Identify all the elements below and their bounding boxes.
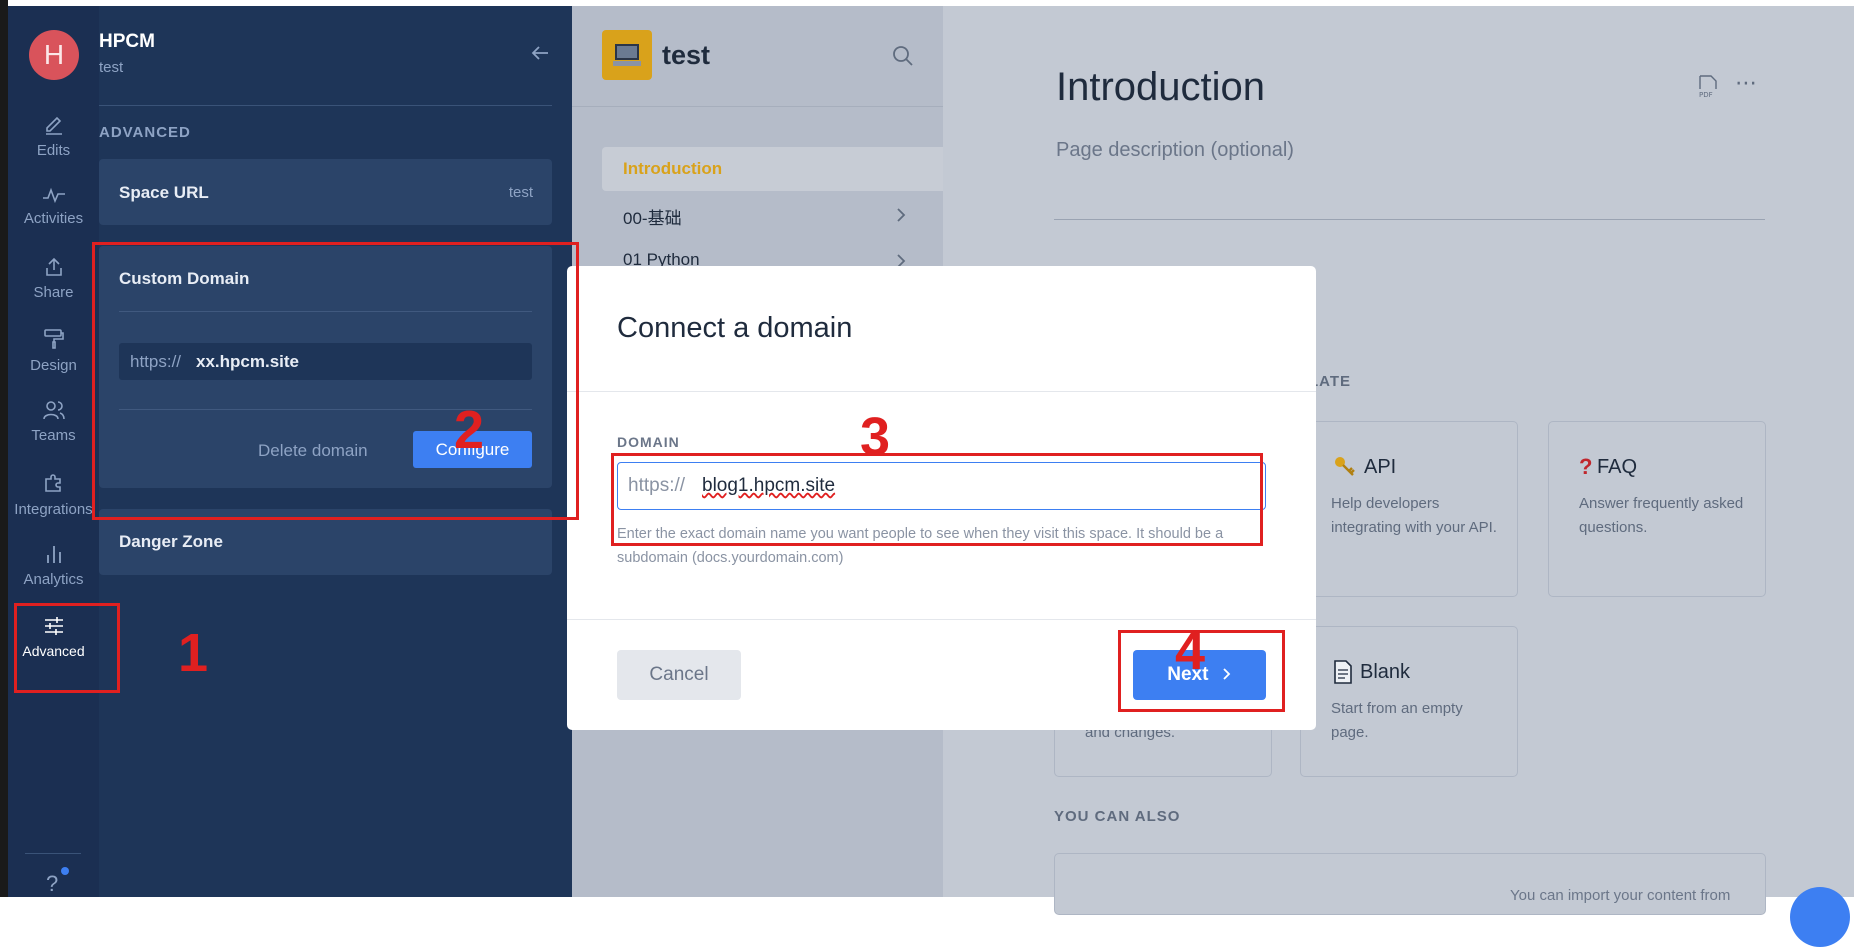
template-desc: Help developers integrating with your AP… bbox=[1331, 495, 1497, 536]
rail-item-share[interactable]: Share bbox=[8, 256, 99, 301]
rail-item-analytics[interactable]: Analytics bbox=[8, 543, 99, 588]
pdf-icon[interactable]: PDF bbox=[1698, 75, 1718, 104]
users-icon bbox=[42, 401, 65, 420]
import-card[interactable] bbox=[1054, 853, 1766, 915]
domain-field-label: DOMAIN bbox=[617, 434, 680, 450]
annotation-box-2 bbox=[92, 242, 579, 520]
rail-label: Design bbox=[30, 357, 77, 374]
annotation-number: 2 bbox=[454, 400, 485, 460]
page-title[interactable]: Introduction bbox=[1056, 65, 1265, 110]
annotation-box-1 bbox=[14, 603, 120, 693]
paint-roller-icon bbox=[43, 329, 64, 349]
rail-item-design[interactable]: Design bbox=[8, 327, 99, 374]
template-title: Blank bbox=[1360, 661, 1411, 683]
avatar[interactable]: H bbox=[29, 30, 79, 80]
template-title: FAQ bbox=[1597, 456, 1638, 478]
rail-item-edits[interactable]: Edits bbox=[8, 114, 99, 159]
page-description[interactable]: Page description (optional) bbox=[1056, 139, 1294, 162]
svg-text:PDF: PDF bbox=[1699, 91, 1713, 99]
rail-label: Analytics bbox=[23, 571, 84, 588]
background-terminal-strip bbox=[0, 0, 8, 897]
header-divider bbox=[99, 105, 552, 106]
annotation-number: 4 bbox=[1175, 621, 1206, 681]
annotation-number: 1 bbox=[178, 623, 209, 683]
rail-divider bbox=[25, 853, 81, 854]
modal-title: Connect a domain bbox=[617, 312, 853, 344]
puzzle-icon bbox=[44, 474, 61, 492]
import-text: You can import your content from bbox=[1510, 887, 1731, 904]
question-icon: ? bbox=[1579, 454, 1593, 479]
rail-label: Edits bbox=[36, 142, 71, 159]
space-url-label: Space URL bbox=[119, 183, 209, 202]
key-icon bbox=[1333, 455, 1357, 482]
rail-item-teams[interactable]: Teams bbox=[8, 399, 99, 444]
tree-item-basics[interactable]: 00-基础 bbox=[623, 204, 682, 229]
section-heading: ADVANCED bbox=[99, 124, 191, 141]
space-logo bbox=[602, 30, 652, 80]
chevron-right-icon[interactable] bbox=[895, 207, 907, 228]
annotation-number: 3 bbox=[860, 407, 891, 467]
template-title: API bbox=[1364, 456, 1397, 478]
rail-label: Teams bbox=[31, 427, 76, 444]
template-desc: Start from an empty page. bbox=[1331, 700, 1463, 741]
template-desc: Answer frequently asked questions. bbox=[1579, 495, 1744, 536]
tree-item-introduction[interactable]: Introduction bbox=[623, 159, 722, 179]
space-subtitle: test bbox=[99, 59, 124, 76]
activity-icon bbox=[42, 187, 65, 204]
space-url-value: test bbox=[508, 184, 533, 201]
search-icon[interactable] bbox=[892, 45, 914, 72]
rail-label: Activities bbox=[23, 210, 84, 227]
share-icon bbox=[45, 257, 62, 276]
chat-bubble-button[interactable] bbox=[1790, 887, 1850, 947]
notification-dot bbox=[61, 867, 69, 875]
rail-item-integrations[interactable]: Integrations bbox=[8, 471, 99, 518]
modal-divider bbox=[567, 391, 1316, 392]
rail-item-activities[interactable]: Activities bbox=[8, 186, 99, 227]
edit-icon bbox=[45, 116, 62, 135]
annotation-box-3 bbox=[611, 453, 1263, 546]
help-icon[interactable]: ? bbox=[46, 871, 58, 897]
space-name: HPCM bbox=[99, 31, 155, 52]
title-divider bbox=[1054, 219, 1765, 220]
cancel-button[interactable]: Cancel bbox=[617, 650, 741, 700]
space-title: test bbox=[662, 40, 711, 70]
tree-divider bbox=[572, 106, 943, 107]
more-options-icon[interactable]: ⋯ bbox=[1735, 72, 1758, 94]
back-arrow-icon[interactable] bbox=[530, 44, 550, 67]
page-icon bbox=[1333, 660, 1353, 689]
bar-chart-icon bbox=[46, 546, 61, 563]
danger-zone-label: Danger Zone bbox=[119, 532, 223, 551]
rail-label: Share bbox=[33, 284, 74, 301]
also-heading: YOU CAN ALSO bbox=[1054, 808, 1181, 825]
rail-label: Integrations bbox=[14, 501, 93, 518]
